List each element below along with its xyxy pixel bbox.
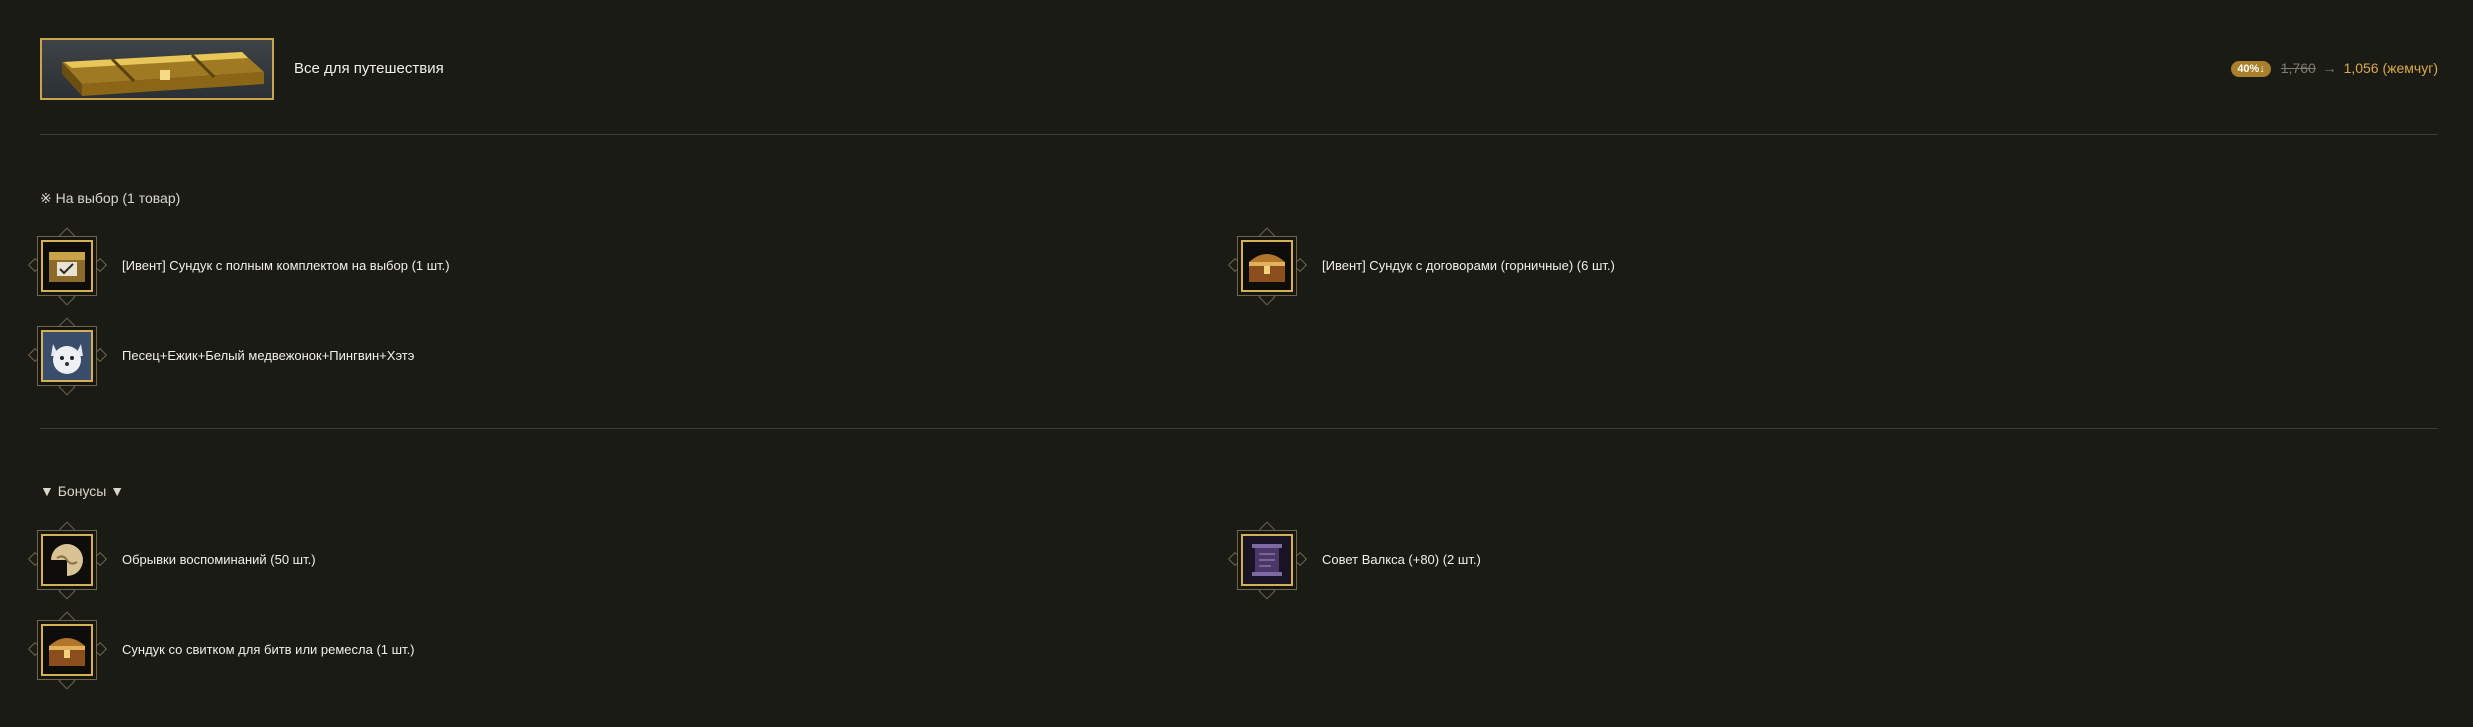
package-title: Все для путешествия: [294, 60, 444, 77]
bonus-section-title: ▼ Бонусы ▼: [40, 483, 125, 499]
item-label: Сундук со свитком для битв или ремесла (…: [122, 642, 415, 657]
item-label: Обрывки воспоминаний (50 шт.): [122, 552, 316, 567]
choice-section-title: ※ На выбор (1 товар): [40, 190, 181, 206]
price-block: 40%↓ 1,760 → 1,056 (жемчуг): [2231, 60, 2438, 77]
divider: [40, 428, 2438, 429]
memory-fragment-icon: [41, 534, 93, 586]
package-header: Все для путешествия 40%↓ 1,760 → 1,056 (…: [40, 38, 2438, 102]
valks-scroll-icon: [1241, 534, 1293, 586]
old-price: 1,760: [2280, 60, 2316, 76]
price-arrow: →: [2322, 60, 2337, 76]
discount-badge: 40%↓: [2231, 61, 2271, 77]
bonus-item[interactable]: Обрывки воспоминаний (50 шт.): [27, 521, 1212, 600]
arctic-fox-icon: [41, 330, 93, 382]
item-frame: [27, 227, 108, 306]
item-label: Совет Валкса (+80) (2 шт.): [1322, 552, 1481, 567]
choice-item[interactable]: [Ивент] Сундук с полным комплектом на вы…: [27, 227, 1212, 306]
bonus-item[interactable]: Совет Валкса (+80) (2 шт.): [1227, 521, 2412, 600]
treasure-chest-icon: [41, 624, 93, 676]
item-label: [Ивент] Сундук с договорами (горничные) …: [1322, 258, 1615, 273]
item-frame: [1227, 227, 1308, 306]
item-label: Песец+Ежик+Белый медвежонок+Пингвин+Хэтэ: [122, 348, 415, 363]
item-frame: [1227, 521, 1308, 600]
item-frame: [27, 611, 108, 690]
treasure-chest-icon: [1241, 240, 1293, 292]
item-frame: [27, 317, 108, 396]
new-price: 1,056 (жемчуг): [2343, 60, 2438, 76]
item-frame: [27, 521, 108, 600]
bonus-item[interactable]: Сундук со свитком для битв или ремесла (…: [27, 611, 1212, 690]
choice-item[interactable]: Песец+Ежик+Белый медвежонок+Пингвин+Хэтэ: [27, 317, 1212, 396]
divider: [40, 134, 2438, 135]
choice-item[interactable]: [Ивент] Сундук с договорами (горничные) …: [1227, 227, 2412, 306]
chest-selection-icon: [41, 240, 93, 292]
item-label: [Ивент] Сундук с полным комплектом на вы…: [122, 258, 450, 273]
package-image: [40, 38, 274, 100]
